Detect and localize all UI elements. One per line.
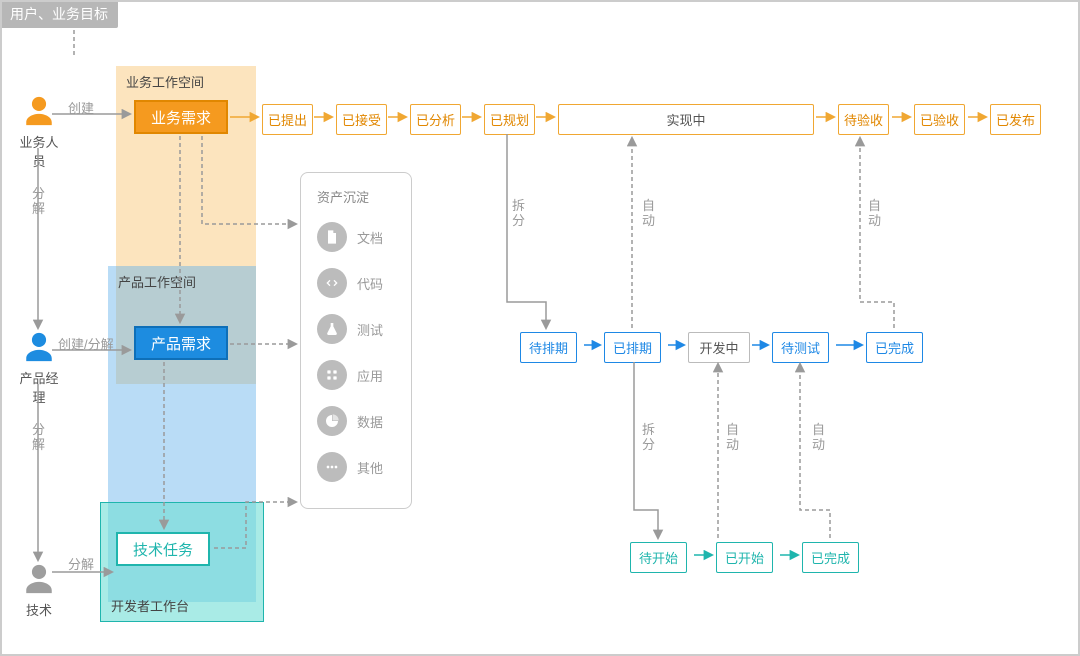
state-row1-5: 待验收 (838, 104, 889, 135)
node-product-requirement: 产品需求 (134, 326, 228, 360)
actor-tech: 技术 (14, 562, 64, 619)
apps-icon (317, 360, 347, 390)
actor-product: 产品经理 (14, 330, 64, 406)
edge-label-create-decompose: 创建/分解 (58, 334, 114, 353)
edge-label-decompose: 分解 (68, 554, 94, 573)
asset-label: 文档 (357, 228, 383, 247)
asset-item: 测试 (317, 314, 395, 344)
person-icon (22, 330, 56, 364)
state-row1-4: 实现中 (558, 104, 814, 135)
asset-panel-title: 资产沉淀 (317, 187, 395, 206)
panel-title: 开发者工作台 (111, 596, 189, 615)
person-icon (22, 94, 56, 128)
asset-label: 其他 (357, 458, 383, 477)
state-row3-2: 已完成 (802, 542, 859, 573)
state-row1-7: 已发布 (990, 104, 1041, 135)
flask-icon (317, 314, 347, 344)
state-row2-4: 已完成 (866, 332, 923, 363)
state-row2-0: 待排期 (520, 332, 577, 363)
asset-label: 应用 (357, 366, 383, 385)
actor-label: 业务人员 (19, 135, 58, 169)
state-row2-1: 已排期 (604, 332, 661, 363)
state-row2-3: 待测试 (772, 332, 829, 363)
asset-item: 文档 (317, 222, 395, 252)
edge-label-auto-1b: 自动 (868, 198, 882, 228)
diagram-canvas: 用户、业务目标 业务工作空间 产品工作空间 开发者工作台 业务人员 产品经理 技… (0, 0, 1080, 656)
corner-label: 用户、业务目标 (0, 0, 118, 28)
node-business-requirement: 业务需求 (134, 100, 228, 134)
dots-icon (317, 452, 347, 482)
panel-title: 产品工作空间 (118, 272, 196, 291)
asset-label: 代码 (357, 274, 383, 293)
actor-label: 产品经理 (19, 371, 58, 405)
edge-label-auto-1a: 自动 (642, 198, 656, 228)
node-tech-task: 技术任务 (116, 532, 210, 566)
panel-title: 业务工作空间 (126, 72, 204, 91)
state-row1-3: 已规划 (484, 104, 535, 135)
asset-label: 数据 (357, 412, 383, 431)
edge-label-auto-2b: 自动 (812, 422, 826, 452)
asset-label: 测试 (357, 320, 383, 339)
code-icon (317, 268, 347, 298)
actor-label: 技术 (26, 603, 52, 618)
doc-icon (317, 222, 347, 252)
state-row2-2: 开发中 (688, 332, 750, 363)
actor-business: 业务人员 (14, 94, 64, 170)
state-row1-6: 已验收 (914, 104, 965, 135)
edge-label-decompose-v1: 分解 (32, 186, 46, 216)
edge-label-split-2: 拆分 (642, 422, 656, 452)
asset-item: 应用 (317, 360, 395, 390)
edge-label-split-1: 拆分 (512, 198, 526, 228)
state-row3-1: 已开始 (716, 542, 773, 573)
pie-icon (317, 406, 347, 436)
person-icon (22, 562, 56, 596)
edge-label-create: 创建 (68, 98, 94, 117)
edge-label-auto-2a: 自动 (726, 422, 740, 452)
state-row1-2: 已分析 (410, 104, 461, 135)
asset-panel: 资产沉淀 文档 代码 测试 应用 数据 其他 (300, 172, 412, 509)
asset-item: 代码 (317, 268, 395, 298)
asset-item: 其他 (317, 452, 395, 482)
state-row1-1: 已接受 (336, 104, 387, 135)
edge-label-decompose-v2: 分解 (32, 422, 46, 452)
state-row3-0: 待开始 (630, 542, 687, 573)
asset-item: 数据 (317, 406, 395, 436)
state-row1-0: 已提出 (262, 104, 313, 135)
